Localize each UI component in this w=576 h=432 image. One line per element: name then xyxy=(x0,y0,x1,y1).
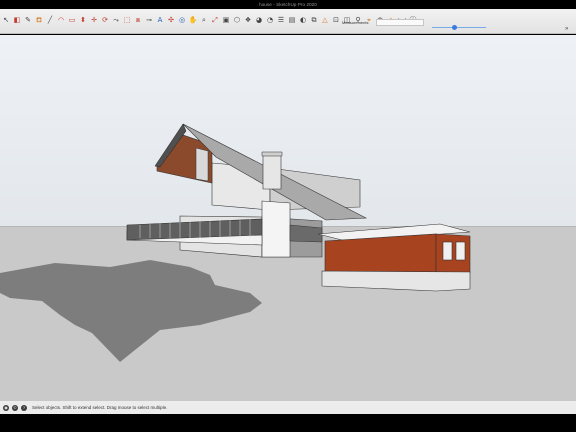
main-toolbar: ↖◧✎⛾╱◠▭⬍✛⟳⤳⬚⧈⊸A✣◎✋⌕⤢▣⬡❖◕◔☰▤◐⧉△⊡◫⚲⌖◉◭⟷ⓘ M… xyxy=(0,9,576,34)
garage-plinth xyxy=(321,270,471,292)
rotate-tool-icon[interactable]: ⟳ xyxy=(101,15,109,25)
scenes-icon[interactable]: ▤ xyxy=(288,15,296,25)
model-viewport[interactable] xyxy=(0,35,576,400)
house-model[interactable] xyxy=(0,35,576,400)
title-bar: house - SketchUp Pro 2020 xyxy=(0,0,576,9)
move-tool-icon[interactable]: ✛ xyxy=(90,15,98,25)
measurements-label: Measurements xyxy=(342,20,369,25)
slider-track xyxy=(432,27,486,28)
zoom-tool-icon[interactable]: ⌕ xyxy=(200,15,208,25)
orbit-tool-icon[interactable]: ◎ xyxy=(178,15,186,25)
axes-tool-icon[interactable]: ✣ xyxy=(167,15,175,25)
warehouse-icon[interactable]: ▣ xyxy=(222,15,230,25)
select-tool-icon[interactable]: ↖ xyxy=(2,15,10,25)
eraser-tool-icon[interactable]: ◧ xyxy=(13,15,21,25)
materials-icon[interactable]: ◕ xyxy=(255,15,263,25)
status-bar: ◉ © ? Select objects. Shift to extend se… xyxy=(0,400,576,414)
pan-tool-icon[interactable]: ✋ xyxy=(189,15,198,25)
chimney xyxy=(262,154,282,190)
shadows-icon[interactable]: ◐ xyxy=(299,15,307,25)
outliner-icon[interactable]: ⧉ xyxy=(310,15,318,25)
right-railing xyxy=(289,224,323,243)
slider-knob[interactable] xyxy=(452,25,457,30)
house-shadow xyxy=(0,260,262,362)
paint-bucket-icon[interactable]: ⛾ xyxy=(35,15,43,25)
screen-bottom-border xyxy=(0,414,576,432)
offset-tool-icon[interactable]: ⧈ xyxy=(134,15,142,25)
window-title: house - SketchUp Pro 2020 xyxy=(259,2,317,7)
styles-icon[interactable]: ◔ xyxy=(266,15,274,25)
scale-tool-icon[interactable]: ⬚ xyxy=(123,15,131,25)
measurements-input[interactable] xyxy=(376,19,424,26)
extension-icon[interactable]: ⬡ xyxy=(233,15,241,25)
follow-me-icon[interactable]: ⤳ xyxy=(112,15,120,25)
pencil-tool-icon[interactable]: ✎ xyxy=(24,15,32,25)
help-icon[interactable]: ? xyxy=(21,404,27,411)
credits-icon[interactable]: © xyxy=(12,404,18,411)
push-pull-icon[interactable]: ⬍ xyxy=(79,15,87,25)
zoom-extents-icon[interactable]: ⤢ xyxy=(211,15,219,25)
garage-window-right xyxy=(455,241,466,261)
sandbox-icon[interactable]: △ xyxy=(321,15,329,25)
section-plane-icon[interactable]: ⊡ xyxy=(332,15,340,25)
white-column xyxy=(261,200,291,258)
line-tool-icon[interactable]: ╱ xyxy=(46,15,54,25)
text-tool-icon[interactable]: A xyxy=(156,15,164,25)
chimney-cap xyxy=(261,151,283,157)
gable-window xyxy=(195,147,209,182)
rectangle-tool-icon[interactable]: ▭ xyxy=(68,15,76,25)
layers-icon[interactable]: ☰ xyxy=(277,15,285,25)
garage-window-left xyxy=(442,241,453,261)
garage-facade xyxy=(324,233,437,275)
geo-location-icon[interactable]: ◉ xyxy=(3,404,9,411)
zoom-slider[interactable] xyxy=(432,21,486,35)
components-icon[interactable]: ❖ xyxy=(244,15,252,25)
more-tools-icon[interactable]: » xyxy=(565,26,568,32)
arc-tool-icon[interactable]: ◠ xyxy=(57,15,65,25)
status-message: Select objects. Shift to extend select. … xyxy=(32,405,168,410)
tape-measure-icon[interactable]: ⊸ xyxy=(145,15,153,25)
